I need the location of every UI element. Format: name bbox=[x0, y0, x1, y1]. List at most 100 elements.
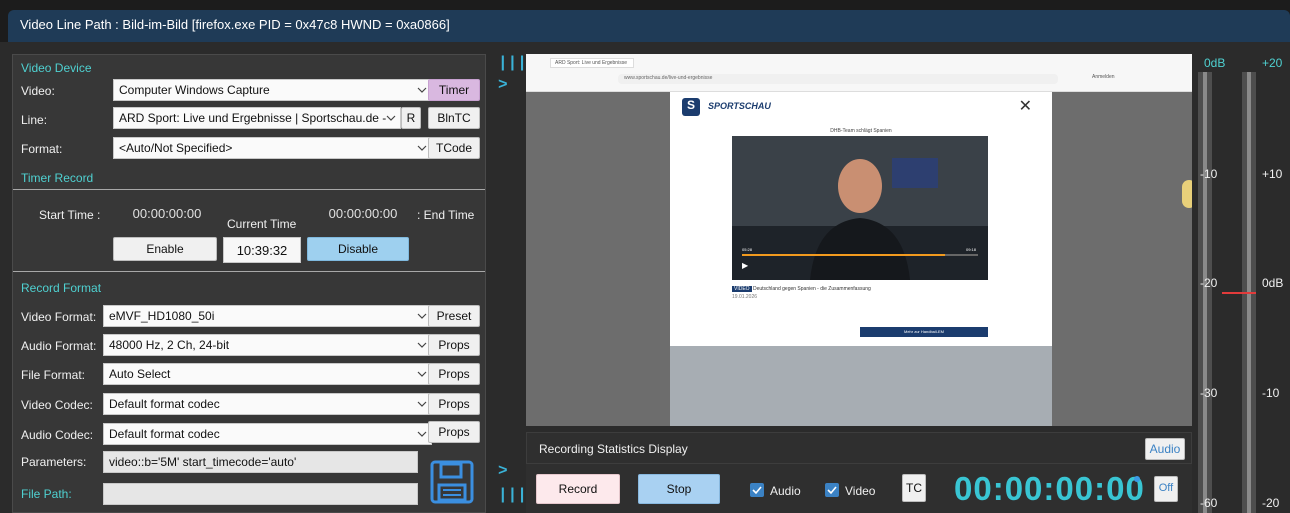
meter-right-label: -10 bbox=[1262, 386, 1280, 400]
video-scene bbox=[732, 136, 988, 280]
meter-left-label: -60 bbox=[1200, 496, 1218, 510]
save-file-icon[interactable] bbox=[429, 459, 475, 505]
end-time-label: : End Time bbox=[417, 208, 475, 222]
r-button[interactable]: R bbox=[401, 107, 421, 129]
line-label: Line: bbox=[21, 113, 48, 127]
audio-codec-label: Audio Codec: bbox=[21, 428, 94, 442]
audio-checkbox[interactable] bbox=[750, 483, 764, 497]
disable-button[interactable]: Disable bbox=[307, 237, 409, 261]
more-handball-button: Mehr zur Handball-EM bbox=[860, 327, 988, 337]
line-select[interactable]: ARD Sport: Live und Ergebnisse | Sportsc… bbox=[113, 107, 401, 129]
browser-url: www.sportschau.de/live-und-ergebnisse bbox=[618, 74, 1058, 84]
expand-arrow-top[interactable]: > bbox=[498, 76, 508, 94]
file-format-value: Auto Select bbox=[109, 367, 171, 381]
audio-format-label: Audio Format: bbox=[21, 339, 97, 353]
browser-signin: Anmelden bbox=[1092, 74, 1115, 80]
chevron-down-icon bbox=[417, 342, 427, 348]
audio-stats-button[interactable]: Audio bbox=[1145, 438, 1185, 460]
parameters-input[interactable]: video::b='5M' start_timecode='auto' bbox=[103, 451, 418, 473]
meter-right-label: +10 bbox=[1262, 167, 1283, 181]
splitter-grip-top[interactable]: ||| bbox=[498, 54, 527, 72]
meter-left-label: -20 bbox=[1200, 276, 1218, 290]
audio-level-meter: 0dB -10 -20 -30 -60 +20 +10 0dB -10 -20 bbox=[1196, 54, 1290, 513]
meter-left-label: 0dB bbox=[1204, 56, 1226, 70]
current-time-value: 10:39:32 bbox=[223, 237, 301, 263]
audio-format-value: 48000 Hz, 2 Ch, 24-bit bbox=[109, 338, 230, 352]
recording-statistics-bar: Recording Statistics Display Audio bbox=[526, 432, 1192, 464]
meter-right-label: 0dB bbox=[1262, 276, 1284, 290]
video-label: Video: bbox=[21, 84, 55, 98]
video-date: 19.01.2026 bbox=[732, 294, 758, 300]
chevron-down-icon bbox=[417, 313, 427, 319]
video-preview: ARD Sport: Live und Ergebnisse www.sport… bbox=[526, 54, 1192, 426]
divider-line bbox=[13, 271, 485, 272]
audio-codec-value: Default format codec bbox=[109, 427, 220, 441]
checkmark-icon bbox=[827, 486, 837, 495]
end-time-value[interactable]: 00:00:00:00 bbox=[309, 201, 417, 227]
record-format-heading: Record Format bbox=[21, 281, 102, 295]
video-caption: DHB-Team schlägt Spanien bbox=[830, 128, 892, 134]
audio-codec-props-button[interactable]: Props bbox=[428, 421, 480, 443]
video-elapsed: 05:28 bbox=[742, 247, 753, 252]
file-format-props-button[interactable]: Props bbox=[428, 363, 480, 385]
off-button[interactable]: Off bbox=[1154, 476, 1178, 502]
video-select-value: Computer Windows Capture bbox=[119, 83, 270, 97]
chevron-down-icon bbox=[417, 431, 427, 437]
tcode-button[interactable]: TCode bbox=[428, 137, 480, 159]
window-title: Video Line Path : Bild-im-Bild [firefox.… bbox=[8, 10, 1290, 42]
video-total: 09:18 bbox=[965, 247, 976, 252]
video-headline-text: Deutschland gegen Spanien - die Zusammen… bbox=[752, 286, 871, 292]
timer-record-heading: Timer Record bbox=[21, 171, 94, 185]
captured-browser-bar: ARD Sport: Live und Ergebnisse www.sport… bbox=[526, 54, 1192, 92]
captured-video-frame: 05:28 09:18 ▶ bbox=[732, 136, 988, 280]
meter-right-label: +20 bbox=[1262, 56, 1283, 70]
browser-tab: ARD Sport: Live und Ergebnisse bbox=[550, 58, 634, 68]
meter-right-label: -20 bbox=[1262, 496, 1280, 510]
chevron-down-icon bbox=[417, 371, 427, 377]
settings-panel: Video Device Video: Computer Windows Cap… bbox=[12, 54, 486, 513]
status-dot bbox=[1134, 476, 1140, 482]
video-format-value: eMVF_HD1080_50i bbox=[109, 309, 215, 323]
video-format-select[interactable]: eMVF_HD1080_50i bbox=[103, 305, 432, 327]
video-headline: VIDEO Deutschland gegen Spanien - die Zu… bbox=[732, 286, 871, 292]
stop-button[interactable]: Stop bbox=[638, 474, 720, 504]
expand-arrow-bottom[interactable]: > bbox=[498, 462, 508, 480]
panel-splitter[interactable]: ||| > > ||| bbox=[490, 54, 527, 513]
video-format-label: Video Format: bbox=[21, 310, 97, 324]
record-button[interactable]: Record bbox=[536, 474, 620, 504]
audio-codec-select[interactable]: Default format codec bbox=[103, 423, 432, 445]
video-codec-props-button[interactable]: Props bbox=[428, 393, 480, 415]
start-time-label: Start Time : bbox=[39, 208, 101, 222]
video-codec-label: Video Codec: bbox=[21, 398, 93, 412]
enable-button[interactable]: Enable bbox=[113, 237, 217, 261]
file-path-input[interactable] bbox=[103, 483, 418, 505]
video-checkbox-label: Video bbox=[845, 484, 876, 498]
format-select[interactable]: <Auto/Not Specified> bbox=[113, 137, 432, 159]
meter-left-label: -30 bbox=[1200, 386, 1218, 400]
sportschau-logo-text: SPORTSCHAU bbox=[708, 101, 771, 111]
tc-button[interactable]: TC bbox=[902, 474, 926, 502]
splitter-grip-bottom[interactable]: ||| bbox=[498, 486, 527, 504]
blntc-button[interactable]: BlnTC bbox=[428, 107, 480, 129]
start-time-value[interactable]: 00:00:00:00 bbox=[113, 201, 221, 227]
peak-marker bbox=[1222, 292, 1256, 294]
play-icon: ▶ bbox=[742, 261, 749, 270]
cursor-highlight bbox=[1182, 180, 1192, 208]
video-checkbox[interactable] bbox=[825, 483, 839, 497]
meter-left-label: -10 bbox=[1200, 167, 1218, 181]
video-progress bbox=[742, 254, 978, 256]
file-format-select[interactable]: Auto Select bbox=[103, 363, 432, 385]
timer-button[interactable]: Timer bbox=[428, 79, 480, 101]
video-codec-value: Default format codec bbox=[109, 397, 220, 411]
video-device-heading: Video Device bbox=[21, 61, 92, 75]
audio-format-props-button[interactable]: Props bbox=[428, 334, 480, 356]
video-select[interactable]: Computer Windows Capture bbox=[113, 79, 432, 101]
captured-page: S SPORTSCHAU ✕ DHB-Team schlägt Spanien … bbox=[670, 92, 1052, 426]
checkmark-icon bbox=[752, 486, 762, 495]
preset-button[interactable]: Preset bbox=[428, 305, 480, 327]
chevron-down-icon bbox=[417, 87, 427, 93]
audio-format-select[interactable]: 48000 Hz, 2 Ch, 24-bit bbox=[103, 334, 432, 356]
audio-checkbox-label: Audio bbox=[770, 484, 801, 498]
video-codec-select[interactable]: Default format codec bbox=[103, 393, 432, 415]
recording-timecode: 00:00:00:00 bbox=[954, 470, 1145, 507]
